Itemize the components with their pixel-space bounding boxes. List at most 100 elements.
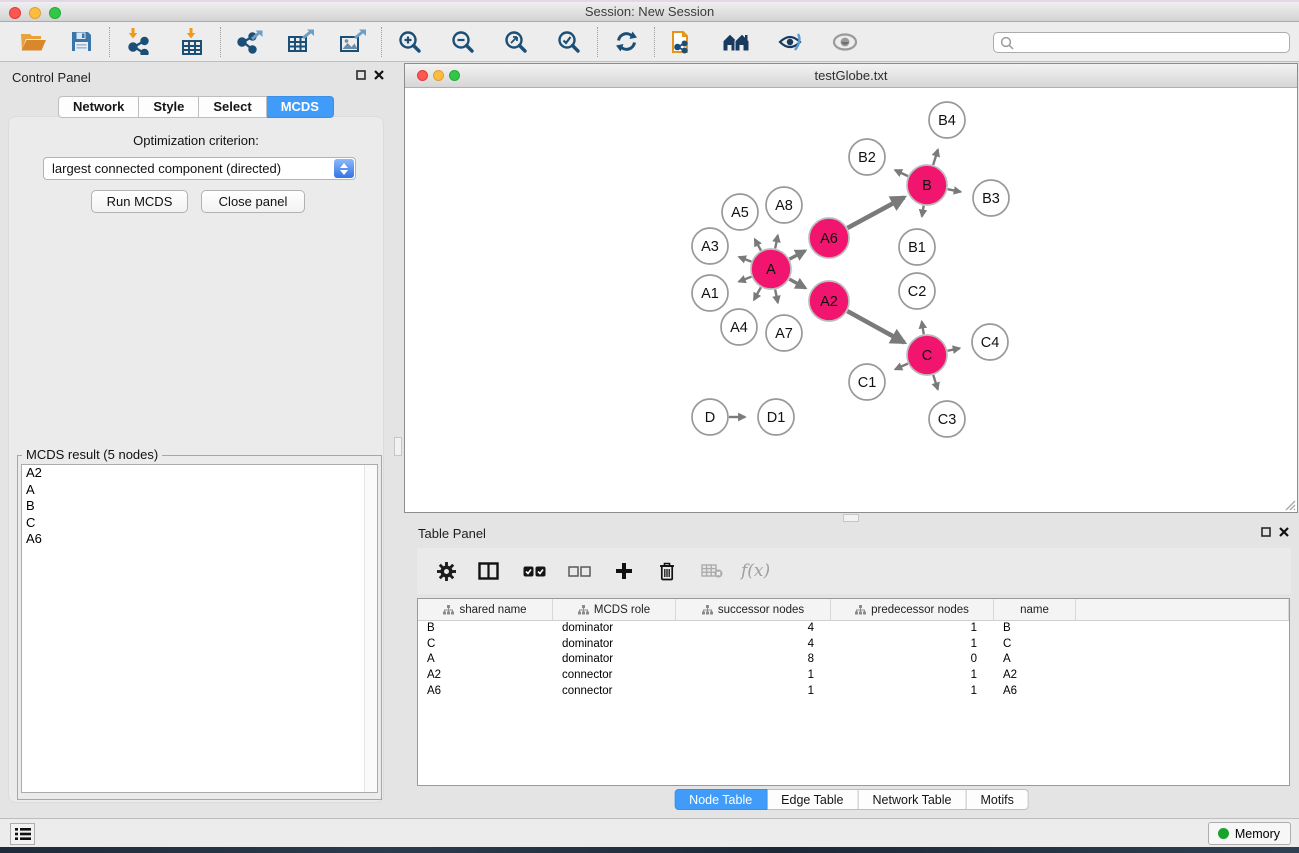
run-mcds-button[interactable]: Run MCDS	[91, 190, 188, 213]
tab-network-table[interactable]: Network Table	[859, 789, 967, 810]
column-header-MCDS-role[interactable]: MCDS role	[553, 599, 676, 620]
graph-node-D[interactable]: D	[692, 399, 728, 435]
result-item[interactable]: A	[22, 482, 377, 499]
show-eye-button[interactable]	[828, 26, 862, 58]
task-history-button[interactable]	[10, 823, 35, 845]
function-builder-button[interactable]: f(x)	[741, 561, 770, 581]
cell[interactable]: dominator	[553, 637, 676, 653]
graph-edge-B-B1[interactable]	[922, 206, 924, 217]
minimize-window-button[interactable]	[29, 7, 41, 19]
float-panel-icon[interactable]	[356, 70, 366, 80]
export-network-button[interactable]	[232, 26, 266, 58]
graph-edge-C-C4[interactable]	[948, 348, 960, 350]
graph-node-A3[interactable]: A3	[692, 228, 728, 264]
cell[interactable]: dominator	[553, 621, 676, 637]
graph-edge-C-C3[interactable]	[933, 375, 937, 389]
cell[interactable]: B	[418, 621, 553, 637]
result-scrollbar[interactable]	[364, 465, 377, 792]
graph-edge-C-C1[interactable]	[895, 364, 908, 370]
export-image-button[interactable]	[336, 26, 370, 58]
network-window-titlebar[interactable]: testGlobe.txt	[405, 64, 1297, 88]
table-row[interactable]: A6connector11A6	[418, 684, 1289, 700]
graph-edge-A-A4[interactable]	[754, 287, 761, 299]
graph-node-B3[interactable]: B3	[973, 180, 1009, 216]
cell[interactable]: 4	[676, 637, 831, 653]
graph-node-A5[interactable]: A5	[722, 194, 758, 230]
graph-edge-B-B4[interactable]	[933, 150, 938, 165]
cell[interactable]: A2	[418, 668, 553, 684]
graph-node-B1[interactable]: B1	[899, 229, 935, 265]
result-item[interactable]: C	[22, 515, 377, 532]
graph-node-A8[interactable]: A8	[766, 187, 802, 223]
split-view-button[interactable]	[478, 562, 499, 580]
cell[interactable]: A	[418, 652, 553, 668]
column-header-shared-name[interactable]: shared name	[418, 599, 553, 620]
tab-edge-table[interactable]: Edge Table	[767, 789, 858, 810]
graph-edge-A6-B[interactable]	[847, 197, 904, 228]
search-input[interactable]	[993, 32, 1290, 53]
cell[interactable]: A	[994, 652, 1076, 668]
cell[interactable]: 8	[676, 652, 831, 668]
table-row[interactable]: Cdominator41C	[418, 637, 1289, 653]
cell[interactable]: connector	[553, 684, 676, 700]
mcds-result-list[interactable]: A2ABCA6	[21, 464, 378, 793]
graph-edge-C-C2[interactable]	[922, 322, 924, 335]
add-column-button[interactable]	[615, 562, 633, 580]
cell[interactable]: 1	[831, 684, 994, 700]
graph-node-A1[interactable]: A1	[692, 275, 728, 311]
graph-node-C2[interactable]: C2	[899, 273, 935, 309]
window-resize-grip-icon[interactable]	[1283, 498, 1296, 511]
import-table-button[interactable]	[175, 26, 209, 58]
zoom-in-button[interactable]	[393, 26, 427, 58]
graph-edge-A-A3[interactable]	[739, 257, 751, 262]
zoom-selected-button[interactable]	[552, 26, 586, 58]
home-button[interactable]	[720, 26, 754, 58]
graph-node-C1[interactable]: C1	[849, 364, 885, 400]
graph-edge-A-A2[interactable]	[789, 279, 805, 288]
column-header-successor-nodes[interactable]: successor nodes	[676, 599, 831, 620]
select-all-columns-button[interactable]	[523, 566, 546, 577]
close-panel-icon[interactable]	[374, 70, 384, 80]
zoom-fit-button[interactable]	[499, 26, 533, 58]
column-header-predecessor-nodes[interactable]: predecessor nodes	[831, 599, 994, 620]
cell[interactable]: 1	[676, 668, 831, 684]
refresh-view-button[interactable]	[609, 26, 643, 58]
cell[interactable]: A2	[994, 668, 1076, 684]
graph-node-A7[interactable]: A7	[766, 315, 802, 351]
tab-motifs[interactable]: Motifs	[966, 789, 1028, 810]
cell[interactable]: 1	[831, 621, 994, 637]
graph-node-A2[interactable]: A2	[809, 281, 849, 321]
network-minimize-button[interactable]	[433, 70, 444, 81]
import-network-button[interactable]	[121, 26, 155, 58]
graph-edge-B-B3[interactable]	[948, 189, 961, 192]
graph-node-B[interactable]: B	[907, 165, 947, 205]
tab-network[interactable]: Network	[58, 96, 139, 118]
graph-node-C4[interactable]: C4	[972, 324, 1008, 360]
graph-edge-A-A7[interactable]	[775, 290, 778, 303]
graph-node-D1[interactable]: D1	[758, 399, 794, 435]
memory-button[interactable]: Memory	[1208, 822, 1291, 845]
close-panel-button[interactable]: Close panel	[201, 190, 305, 213]
graph-edge-A-A1[interactable]	[739, 277, 752, 282]
close-table-panel-icon[interactable]	[1279, 527, 1289, 537]
cell[interactable]: C	[994, 637, 1076, 653]
network-canvas[interactable]: B4B2BB3A5A8A6A3B1AC2A1A2A4A7C4CC1DD1C3	[405, 88, 1297, 512]
tab-style[interactable]: Style	[139, 96, 199, 118]
graph-edge-A2-C[interactable]	[847, 311, 904, 342]
result-item[interactable]: A6	[22, 531, 377, 548]
graph-node-B4[interactable]: B4	[929, 102, 965, 138]
hide-graphics-details-button[interactable]	[774, 26, 808, 58]
export-table-button[interactable]	[284, 26, 318, 58]
tab-select[interactable]: Select	[199, 96, 266, 118]
cell[interactable]: connector	[553, 668, 676, 684]
delete-column-button[interactable]	[659, 562, 675, 581]
horizontal-splitter-grip[interactable]	[843, 514, 859, 522]
criterion-dropdown[interactable]: largest connected component (directed)	[43, 157, 356, 180]
column-settings-button[interactable]	[437, 562, 456, 581]
cell[interactable]: C	[418, 637, 553, 653]
cell[interactable]: A6	[994, 684, 1076, 700]
graph-node-C[interactable]: C	[907, 335, 947, 375]
close-window-button[interactable]	[9, 7, 21, 19]
graph-node-A[interactable]: A	[751, 249, 791, 289]
cell[interactable]: dominator	[553, 652, 676, 668]
